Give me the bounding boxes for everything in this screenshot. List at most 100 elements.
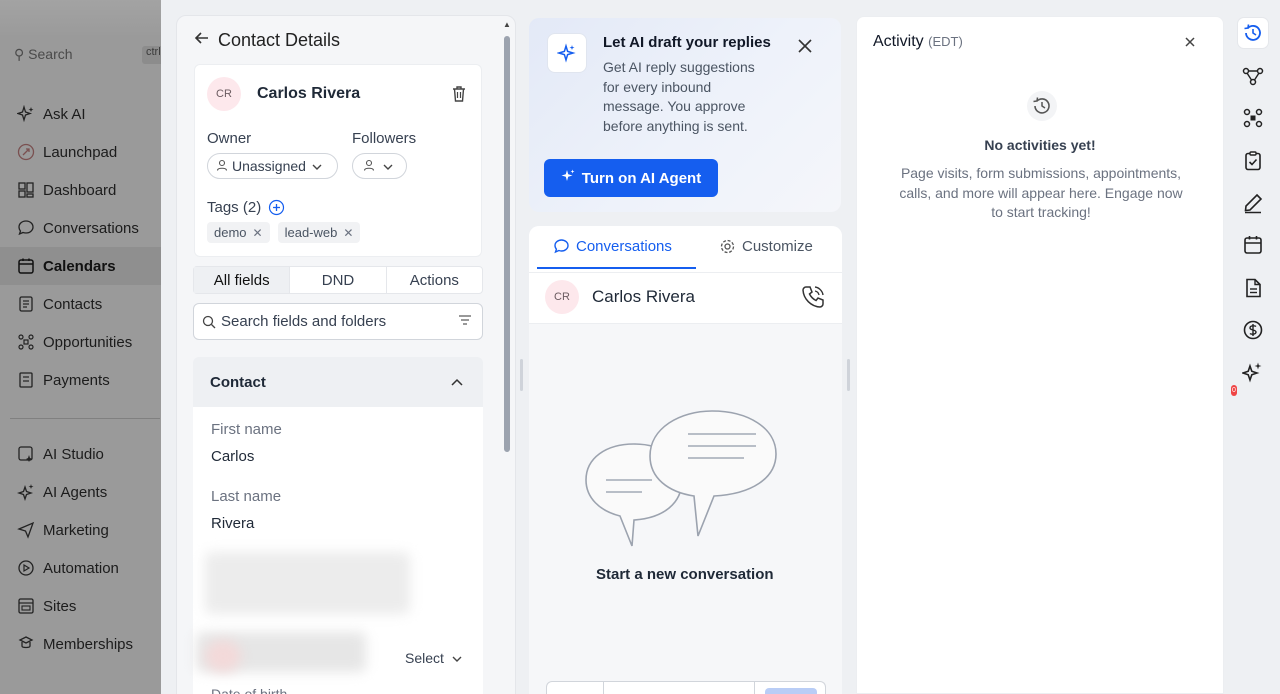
sidebar-item-launchpad[interactable]: Launchpad [0,133,161,171]
ai-studio-icon [16,444,36,464]
fields-search-input[interactable]: Search fields and folders [193,303,483,340]
ai-sparkle-icon [547,33,587,73]
user-icon [363,158,375,174]
page-title: Contact Details [218,30,341,50]
chevron-up-icon [451,373,463,390]
sidebar-divider [10,418,160,419]
chevron-down-icon [312,158,322,174]
back-arrow-icon[interactable] [194,30,210,51]
sidebar-item-ask-ai[interactable]: Ask AI [0,95,161,133]
avatar: CR [207,77,241,111]
memberships-icon [16,634,36,654]
blurred-field [205,552,410,614]
panel-scrollbar[interactable] [504,36,510,452]
sidebar-item-automation[interactable]: Automation [0,549,161,587]
empty-conversation-illustration [584,408,780,559]
conversation-contact-name: Carlos Rivera [592,287,695,306]
empty-activity-description: Page visits, form submissions, appointme… [899,165,1183,220]
last-name-value[interactable]: Rivera [211,515,254,532]
tab-customize[interactable]: Customize [719,238,813,255]
blurred-flag [205,640,241,672]
message-composer-bar[interactable] [546,681,826,694]
followers-select[interactable] [352,153,407,179]
followers-label: Followers [352,130,417,147]
automation-icon [16,558,36,578]
sidebar-search[interactable]: ⚲ Search [14,46,73,63]
field-tabs: All fields DND Actions [193,266,483,294]
resize-handle[interactable] [847,359,850,391]
sidebar-item-conversations[interactable]: Conversations [0,209,161,247]
grid-icon [16,180,36,200]
chevron-down-icon [383,158,393,174]
tag-chip: demo ✕ [207,222,270,243]
ai-sparkle-icon[interactable] [1238,357,1268,387]
resize-handle[interactable] [520,359,523,391]
history-clock-icon [1027,91,1057,121]
sites-icon [16,596,36,616]
avatar: CR [545,280,579,314]
first-name-value[interactable]: Carlos [211,448,254,465]
select-dropdown[interactable]: Select [405,650,462,666]
activity-clock-icon[interactable] [1238,18,1268,48]
sidebar-item-opportunities[interactable]: Opportunities [0,323,161,361]
user-icon [216,158,228,174]
sidebar-item-ai-agents[interactable]: AI Agents [0,473,161,511]
ai-promo-title: Let AI draft your replies [603,34,771,51]
notification-badge: 0 [1231,385,1237,396]
trash-icon[interactable] [450,84,468,108]
remove-tag-icon[interactable]: ✕ [343,226,353,240]
active-tab-indicator [537,267,696,269]
first-name-label: First name [211,421,282,438]
tab-actions[interactable]: Actions [387,267,482,293]
sidebar: ⚲ Search ctrl Ask AI Launchpad Dashboard… [0,0,161,694]
filter-icon[interactable] [458,313,472,331]
notes-icon[interactable] [1238,188,1268,218]
tag-list: demo ✕ lead-web ✕ [207,222,361,243]
payments-icon[interactable] [1238,315,1268,345]
contact-section-header[interactable]: Contact [193,357,483,407]
close-icon[interactable] [1183,35,1197,54]
contacts-icon [16,294,36,314]
close-icon[interactable] [796,37,814,60]
tab-dnd[interactable]: DND [290,267,387,293]
sidebar-item-marketing[interactable]: Marketing [0,511,161,549]
search-icon: ⚲ [14,46,29,62]
chevron-down-icon [452,650,462,666]
send-icon [16,520,36,540]
last-name-label: Last name [211,488,282,505]
search-shortcut-badge: ctrl [142,46,161,64]
sidebar-item-ai-studio[interactable]: AI Studio [0,435,161,473]
apps-icon[interactable] [1238,103,1268,133]
sidebar-item-calendars[interactable]: Calendars [0,247,161,285]
owner-select[interactable]: Unassigned [207,153,338,179]
tab-conversations[interactable]: Conversations [553,238,672,255]
empty-activity-heading: No activities yet! [984,137,1096,153]
ai-agents-icon [16,482,36,502]
documents-icon[interactable] [1238,273,1268,303]
sidebar-item-payments[interactable]: Payments [0,361,161,399]
empty-state-text: Start a new conversation [596,566,774,583]
opportunities-icon [16,332,36,352]
sidebar-item-contacts[interactable]: Contacts [0,285,161,323]
contact-details-header: Contact Details [194,30,340,51]
ai-promo-description: Get AI reply suggestions for every inbou… [603,59,755,134]
add-tag-icon[interactable] [268,199,285,221]
rocket-icon [16,142,36,162]
date-of-birth-label: Date of birth [211,686,288,694]
tab-all-fields[interactable]: All fields [194,267,291,293]
gear-icon [720,239,735,254]
remove-tag-icon[interactable]: ✕ [253,226,263,240]
workflow-icon[interactable] [1238,61,1268,91]
appointments-icon[interactable] [1238,230,1268,260]
tasks-icon[interactable] [1238,146,1268,176]
tag-chip: lead-web ✕ [277,222,361,243]
scroll-up-arrow-icon[interactable]: ▲ [503,20,511,29]
sidebar-item-memberships[interactable]: Memberships [0,625,161,663]
sidebar-header [0,0,161,38]
turn-on-ai-agent-button[interactable]: Turn on AI Agent [544,159,718,197]
sidebar-item-dashboard[interactable]: Dashboard [0,171,161,209]
sidebar-item-sites[interactable]: Sites [0,587,161,625]
calendar-icon [16,256,36,276]
activity-title: Activity (EDT) [873,33,963,50]
phone-call-icon[interactable] [800,284,826,315]
